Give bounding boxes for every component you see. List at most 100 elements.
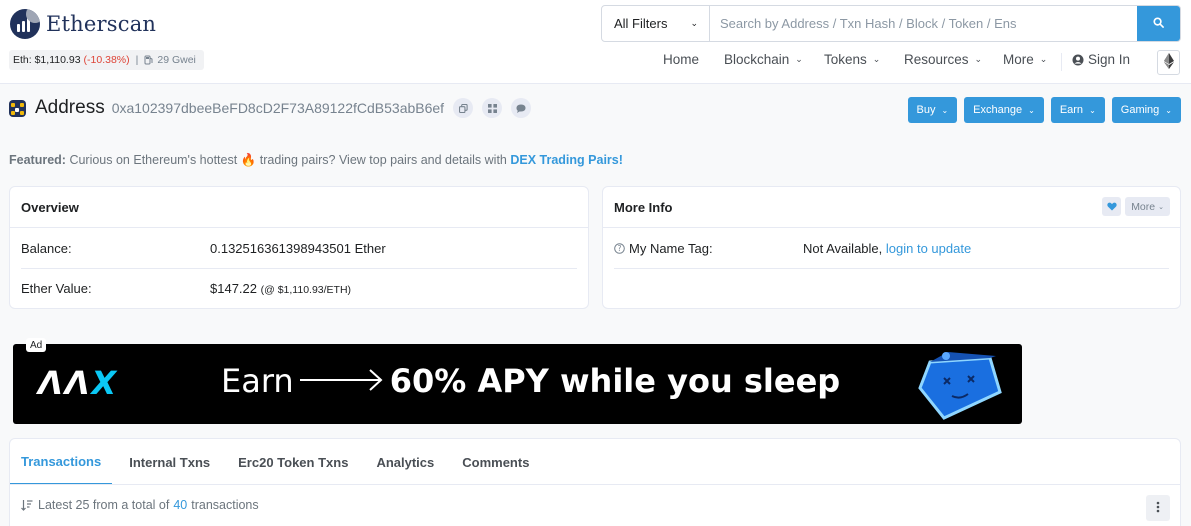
etherscan-logo[interactable]: Etherscan [10, 9, 156, 39]
sign-in-label: Sign In [1088, 52, 1131, 67]
tab-analytics[interactable]: Analytics [365, 439, 445, 485]
address-header: Address 0xa102397dbeeBeFD8cD2F73A89122fC… [9, 95, 532, 121]
ad-label: Ad [26, 338, 47, 352]
more-label: More [1131, 200, 1156, 213]
aax-ad-banner[interactable]: ΛΛX Earn 60% APY while you sleep [13, 344, 1022, 424]
kebab-menu-icon [1156, 501, 1160, 516]
overview-title: Overview [10, 187, 588, 228]
search-input[interactable]: Search by Address / Txn Hash / Block / T… [710, 6, 1137, 41]
sign-in-link[interactable]: Sign In [1072, 52, 1130, 67]
tx-summary-prefix: Latest 25 from a total of [38, 498, 170, 512]
nav-more[interactable]: More ⌄ [1003, 52, 1047, 67]
row-divider [614, 268, 1169, 269]
featured-banner: Featured: Curious on Ethereum's hottest … [9, 153, 623, 168]
heart-icon [1107, 199, 1117, 214]
featured-text-2: trading pairs? View top pairs and detail… [259, 153, 507, 167]
tab-internal-txns[interactable]: Internal Txns [118, 439, 221, 485]
more-info-card: More Info More ⌄ ? My Name Tag: Not Avai… [602, 186, 1181, 309]
dex-trading-pairs-link[interactable]: DEX Trading Pairs! [510, 153, 623, 167]
comment-button[interactable] [511, 98, 532, 118]
chevron-down-icon: ⌄ [974, 54, 983, 64]
question-circle-icon: ? [614, 242, 625, 254]
action-buttons: Buy ⌄ Exchange ⌄ Earn ⌄ Gaming ⌄ [907, 97, 1181, 123]
aax-logo: ΛΛX [38, 364, 118, 402]
earn-button[interactable]: Earn ⌄ [1050, 97, 1105, 123]
more-info-title: More Info [603, 187, 1180, 228]
address-avatar-icon [9, 99, 26, 117]
qr-code-icon [487, 101, 497, 116]
transactions-card: Transactions Internal Txns Erc20 Token T… [9, 438, 1181, 526]
search-bar: All Filters ⌄ Search by Address / Txn Ha… [601, 5, 1181, 42]
tab-erc20-token-txns[interactable]: Erc20 Token Txns [227, 439, 359, 485]
more-dropdown-button[interactable]: More ⌄ [1125, 197, 1170, 216]
aax-logo-main: ΛΛ [38, 364, 92, 402]
qr-code-button[interactable] [482, 98, 503, 118]
earn-label: Earn [1059, 104, 1084, 116]
search-filter-label: All Filters [614, 16, 668, 31]
tx-summary-suffix: transactions [191, 498, 259, 512]
nav-divider [1061, 53, 1062, 71]
balance-row: Balance: 0.132516361398943501 Ether [21, 228, 577, 268]
ad-headline: Earn 60% APY while you sleep [221, 362, 840, 400]
featured-prefix: Featured: [9, 153, 66, 167]
tab-divider [10, 484, 1180, 485]
aax-logo-x: X [91, 364, 119, 402]
nav-resources[interactable]: Resources ⌄ [904, 52, 982, 67]
chevron-down-icon: ⌄ [1165, 105, 1172, 115]
nav-tokens-label: Tokens [824, 52, 867, 67]
nav-home-label: Home [663, 52, 700, 67]
chevron-down-icon: ⌄ [872, 54, 881, 64]
exchange-button[interactable]: Exchange ⌄ [964, 97, 1044, 123]
nav-resources-label: Resources [904, 52, 969, 67]
name-tag-label: My Name Tag: [629, 240, 713, 256]
copy-address-button[interactable] [453, 98, 474, 118]
chevron-down-icon: ⌄ [941, 105, 949, 115]
gaming-button[interactable]: Gaming ⌄ [1111, 97, 1181, 123]
fire-icon: 🔥 [240, 153, 257, 167]
exchange-label: Exchange [973, 104, 1023, 116]
ether-value-label: Ether Value: [21, 280, 92, 296]
chevron-down-icon: ⌄ [795, 54, 803, 64]
site-header: Etherscan Eth: $1,110.93 (-10.38%) | 29 … [0, 0, 1191, 84]
search-placeholder: Search by Address / Txn Hash / Block / T… [720, 16, 1017, 31]
watchlist-button[interactable] [1102, 197, 1122, 216]
nav-tokens[interactable]: Tokens ⌄ [824, 52, 880, 67]
nav-more-label: More [1003, 52, 1034, 67]
arrow-right-icon [299, 362, 384, 400]
ad-earn-text: Earn [221, 362, 294, 400]
more-info-tools: More ⌄ [1102, 197, 1170, 216]
nav-blockchain[interactable]: Blockchain ⌄ [724, 52, 803, 67]
ethereum-icon [1163, 53, 1174, 72]
nav-blockchain-label: Blockchain [724, 52, 790, 67]
tab-bar: Transactions Internal Txns Erc20 Token T… [10, 439, 546, 485]
sort-icon [21, 499, 33, 511]
ether-value: $147.22 (@ $1,110.93/ETH) [210, 281, 351, 296]
chevron-down-icon: ⌄ [1089, 105, 1096, 115]
brand-name: Etherscan [46, 12, 157, 36]
buy-button[interactable]: Buy ⌄ [907, 97, 958, 123]
search-button[interactable] [1137, 6, 1180, 41]
nav-home[interactable]: Home [663, 52, 699, 67]
user-circle-icon [1072, 54, 1084, 66]
cube-mascot-icon [910, 348, 1006, 423]
ad-apy-text: 60% APY while you sleep [389, 362, 841, 400]
login-to-update-link[interactable]: login to update [886, 241, 971, 256]
name-tag-label-wrap: ? My Name Tag: [614, 241, 713, 256]
tx-total-count-link[interactable]: 40 [173, 498, 187, 512]
options-menu-button[interactable] [1146, 495, 1170, 521]
name-tag-value-wrap: Not Available, login to update [803, 241, 971, 256]
tab-transactions[interactable]: Transactions [10, 439, 113, 485]
copy-icon [458, 101, 468, 116]
page-title: Address [35, 97, 105, 118]
chevron-down-icon: ⌄ [1028, 105, 1035, 115]
network-switch-button[interactable] [1157, 50, 1180, 75]
address-hash: 0xa102397dbeeBeFD8cD2F73A89122fCdB53abB6… [111, 100, 445, 116]
gaming-label: Gaming [1120, 104, 1160, 116]
search-filter-select[interactable]: All Filters ⌄ [602, 6, 710, 41]
ether-rate: (@ $1,110.93/ETH) [260, 283, 352, 296]
tab-comments[interactable]: Comments [451, 439, 540, 485]
search-icon [1153, 16, 1164, 31]
ether-value-row: Ether Value: $147.22 (@ $1,110.93/ETH) [21, 268, 577, 308]
chevron-down-icon: ⌄ [690, 18, 698, 28]
comment-icon [516, 101, 526, 116]
